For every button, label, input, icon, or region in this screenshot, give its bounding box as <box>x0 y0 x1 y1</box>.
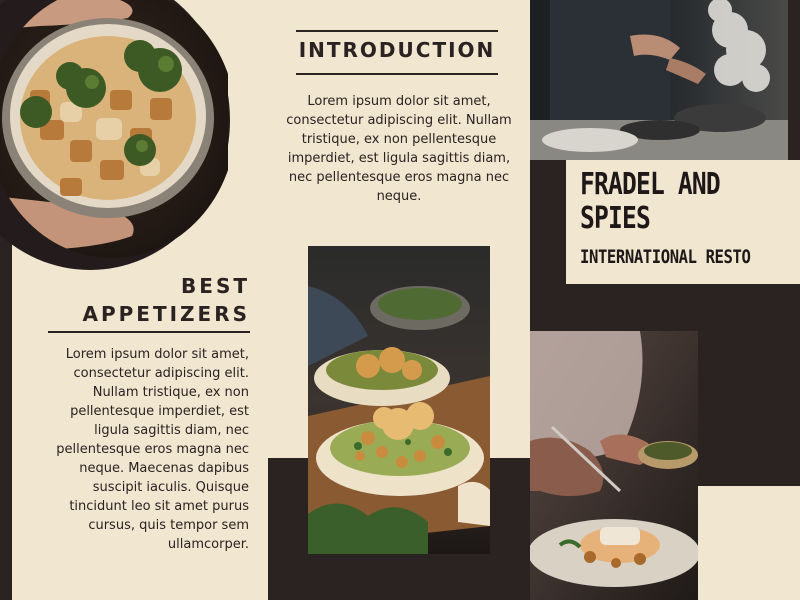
plating-dish-photo <box>530 331 698 600</box>
heading-divider <box>48 331 250 333</box>
best-appetizers-text: Lorem ipsum dolor sit amet, consectetur … <box>56 347 249 552</box>
introduction-heading: INTRODUCTION <box>298 38 496 62</box>
chef-cooking-photo <box>530 0 788 160</box>
panel-brand: FRADEL AND SPIES INTERNATIONAL RESTO <box>530 0 800 600</box>
heading-divider-bottom <box>296 73 498 75</box>
curry-bowl-photo <box>0 0 228 258</box>
panel-cream-block <box>698 486 800 600</box>
introduction-text: Lorem ipsum dolor sit amet, consectetur … <box>286 94 512 204</box>
heading-divider-top <box>296 30 498 32</box>
brand-block: FRADEL AND SPIES INTERNATIONAL RESTO <box>566 160 800 284</box>
best-appetizers-heading: BEST APPETIZERS <box>82 274 250 326</box>
restaurant-name: FRADEL AND SPIES <box>580 167 721 236</box>
restaurant-tagline: INTERNATIONAL RESTO <box>580 246 751 268</box>
tacos-photo <box>308 246 490 554</box>
panel-best-appetizers: BEST APPETIZERS Lorem ipsum dolor sit am… <box>0 0 268 600</box>
panel-introduction: INTRODUCTION Lorem ipsum dolor sit amet,… <box>268 0 530 600</box>
